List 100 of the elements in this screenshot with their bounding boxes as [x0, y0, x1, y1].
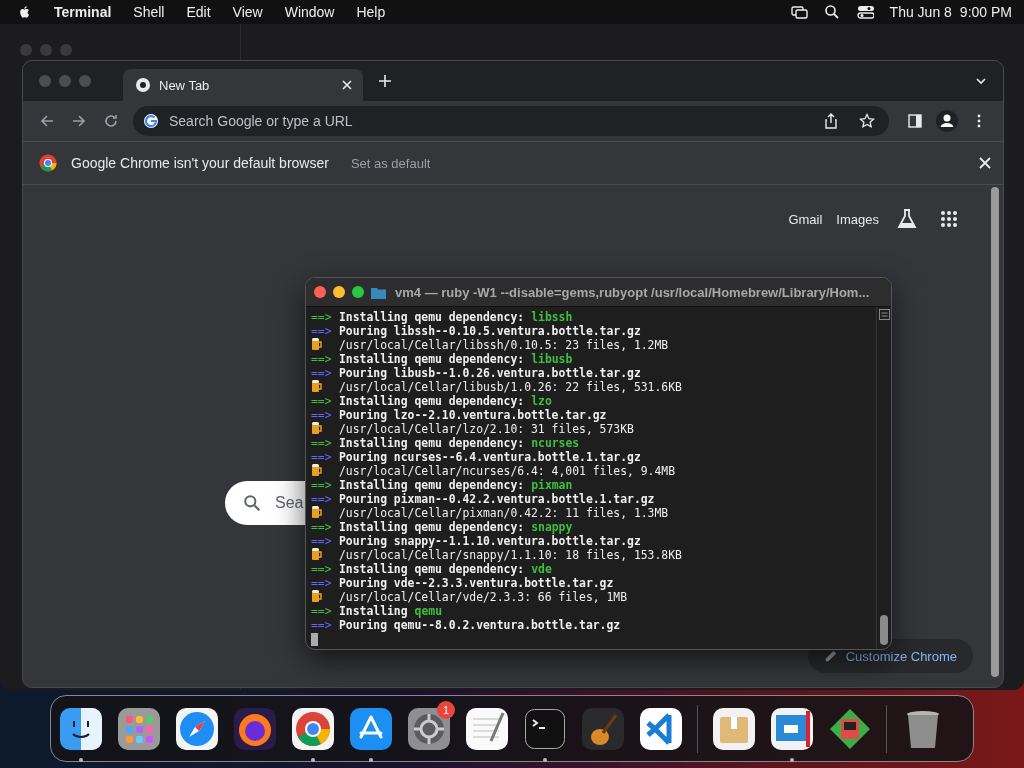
package-name: vde: [531, 562, 552, 576]
prompt-arrow: ==>: [311, 492, 333, 506]
beer-mug-icon: [311, 379, 323, 392]
header-link[interactable]: Gmail: [788, 211, 823, 227]
prompt-arrow: ==>: [311, 324, 333, 338]
menu-bar-date: Thu Jun 8: [889, 4, 952, 20]
header-link[interactable]: Images: [836, 211, 879, 227]
terminal-line: Pouring qemu--8.0.2.ventura.bottle.tar.gz: [339, 618, 621, 632]
finder-icon[interactable]: [59, 706, 103, 751]
side-panel-icon[interactable]: [907, 113, 923, 129]
app-store-icon[interactable]: [349, 706, 393, 751]
beer-mug-icon: [311, 463, 323, 476]
terminal-line: Pouring vde--2.3.3.ventura.bottle.tar.gz: [339, 576, 614, 590]
menu-bar-clock: 9:00 PM: [959, 4, 1012, 20]
forward-icon[interactable]: [71, 113, 87, 129]
back-icon[interactable]: [39, 113, 55, 129]
terminal-line: /usr/local/Cellar/libssh/0.10.5: 23 files, 1.2MB: [339, 338, 669, 352]
window-screen-icon[interactable]: [770, 706, 814, 751]
text-cursor: [311, 633, 318, 646]
chrome-icon[interactable]: [291, 706, 335, 751]
terminal-icon[interactable]: [523, 706, 567, 751]
minimize-window-icon[interactable]: [333, 286, 345, 298]
terminal-line: /usr/local/Cellar/snappy/1.1.10: 18 files, 153.8KB: [339, 548, 682, 562]
chrome-logo-icon: [39, 154, 57, 172]
folder-icon: [371, 285, 386, 299]
prompt-arrow: ==>: [311, 520, 333, 534]
gear-icon[interactable]: [407, 706, 451, 751]
menu-item[interactable]: Edit: [186, 4, 211, 20]
launchpad-icon[interactable]: [117, 706, 161, 751]
prompt-arrow: ==>: [311, 478, 333, 492]
search-box[interactable]: Sea: [225, 481, 306, 525]
app-menu[interactable]: Terminal: [54, 4, 112, 20]
prompt-arrow: ==>: [311, 408, 333, 422]
terminal-line: Pouring pixman--0.42.2.ventura.bottle.1.tar.gz: [339, 492, 655, 506]
control-center-icon[interactable]: [855, 4, 874, 20]
code-editor-icon[interactable]: [639, 706, 683, 751]
default-browser-message: Google Chrome isn't your default browser: [71, 155, 329, 171]
zoom-window-icon[interactable]: [352, 286, 364, 298]
terminal-line: Pouring libusb--1.0.26.ventura.bottle.tar.gz: [339, 366, 641, 380]
fox-globe-icon[interactable]: [233, 706, 277, 751]
guitar-icon[interactable]: [581, 706, 625, 751]
prompt-arrow: ==>: [311, 604, 333, 618]
split-pane-icon[interactable]: [878, 309, 890, 320]
archive-icon[interactable]: [712, 706, 756, 751]
prompt-arrow: ==>: [311, 366, 333, 380]
terminal-line: /usr/local/Cellar/libusb/1.0.26: 22 files, 531.6KB: [339, 380, 682, 394]
terminal-line: Installing qemu dependency:: [339, 478, 525, 492]
terminal-line: Pouring ncurses--6.4.ventura.bottle.1.tar.gz: [339, 450, 641, 464]
menu-item[interactable]: Window: [284, 4, 335, 20]
terminal-title: vm4 — ruby -W1 --disable=gems,rubyopt /usr/local/Homebrew/Library/Hom...: [395, 284, 870, 300]
new-tab-icon[interactable]: [378, 74, 392, 88]
screen-mirroring-icon: [789, 4, 808, 20]
package-name: ncurses: [531, 436, 580, 450]
beer-mug-icon: [311, 421, 323, 434]
notification-badge: 1: [437, 700, 455, 719]
chevron-down-icon[interactable]: [975, 75, 987, 87]
beer-mug-icon: [311, 337, 323, 350]
menu-item[interactable]: Help: [356, 4, 386, 20]
more-icon[interactable]: [977, 113, 981, 129]
notepad-pen-icon[interactable]: [465, 706, 509, 751]
search-icon: [243, 494, 261, 512]
terminal-line: Pouring libssh--0.10.5.ventura.bottle.tar.gz: [339, 324, 641, 338]
terminal-line: Installing qemu dependency:: [339, 436, 525, 450]
apps-grid-icon[interactable]: [940, 210, 958, 228]
prompt-arrow: ==>: [311, 576, 333, 590]
terminal-line: Installing qemu dependency:: [339, 310, 525, 324]
apple-icon: [18, 4, 32, 20]
terminal-line: Installing qemu dependency:: [339, 352, 525, 366]
close-window-icon[interactable]: [314, 286, 326, 298]
chrome-logo-icon: [135, 77, 151, 93]
compass-icon[interactable]: [175, 706, 219, 751]
terminal-line: Pouring lzo--2.10.ventura.bottle.tar.gz: [339, 408, 607, 422]
browser-tab[interactable]: New Tab: [123, 69, 363, 101]
terminal-line: Installing qemu dependency:: [339, 562, 525, 576]
prompt-arrow: ==>: [311, 394, 333, 408]
prompt-arrow: ==>: [311, 436, 333, 450]
flask-icon[interactable]: [896, 208, 918, 230]
set-default-button[interactable]: Set as default: [342, 151, 439, 175]
share-icon[interactable]: [823, 113, 839, 129]
package-name: snappy: [531, 520, 573, 534]
profile-icon[interactable]: [936, 110, 958, 132]
terminal-line: Installing: [339, 604, 408, 618]
menu-item[interactable]: View: [232, 4, 263, 20]
package-name: pixman: [531, 478, 573, 492]
beer-mug-icon: [311, 589, 323, 602]
reload-icon[interactable]: [103, 113, 119, 129]
scrollbar-thumb[interactable]: [991, 187, 999, 677]
handheld-console-icon[interactable]: [828, 706, 872, 751]
close-icon[interactable]: [341, 79, 353, 91]
prompt-arrow: ==>: [311, 534, 333, 548]
package-name: qemu: [414, 604, 442, 618]
address-field[interactable]: Search Google or type a URL: [167, 112, 809, 130]
scrollbar-thumb[interactable]: [880, 615, 888, 645]
address-bar[interactable]: Search Google or type a URL: [133, 106, 889, 136]
menu-item[interactable]: Shell: [133, 4, 165, 20]
star-icon[interactable]: [859, 113, 875, 129]
search-icon[interactable]: [823, 4, 840, 20]
close-icon[interactable]: [979, 157, 991, 169]
terminal-line: /usr/local/Cellar/vde/2.3.3: 66 files, 1MB: [339, 590, 628, 604]
terminal-line: /usr/local/Cellar/lzo/2.10: 31 files, 573KB: [339, 422, 634, 436]
